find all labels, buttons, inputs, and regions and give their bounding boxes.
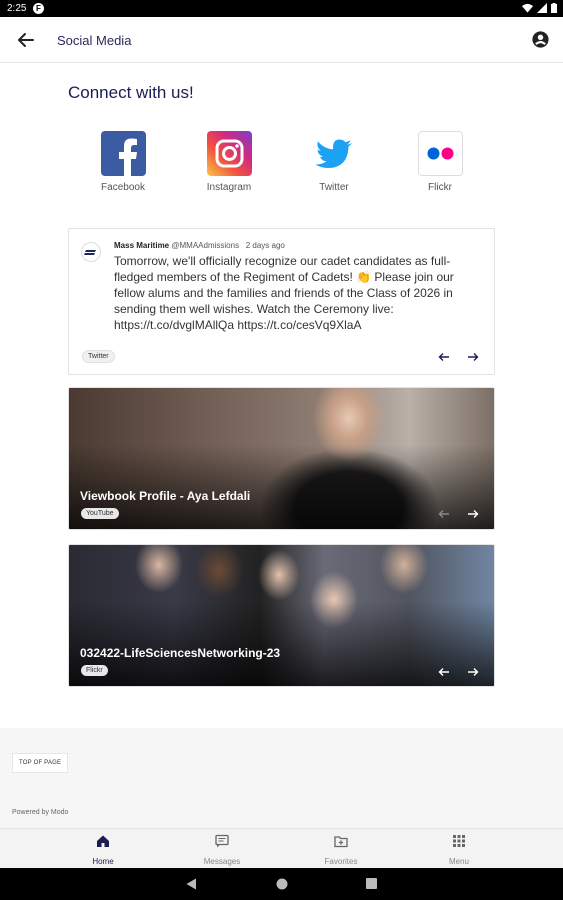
media-title: 032422-LifeSciencesNetworking-23 (80, 646, 281, 660)
flickr-media-card[interactable]: 032422-LifeSciencesNetworking-23 Flickr (68, 544, 495, 687)
twitter-icon (312, 131, 357, 176)
flickr-link[interactable]: Flickr (395, 131, 485, 193)
tab-label: Home (92, 857, 114, 866)
app-bar: Social Media (0, 17, 563, 63)
instagram-icon (206, 131, 252, 176)
tweet-card[interactable]: Mass Maritime @MMAAdmissions 2 days ago … (68, 228, 495, 375)
home-icon (97, 835, 109, 847)
next-arrow-icon[interactable] (467, 351, 479, 363)
previous-arrow-icon[interactable] (438, 351, 450, 363)
source-chip: Twitter (82, 350, 115, 363)
notification-icon: F (33, 3, 44, 14)
tab-favorites[interactable]: Favorites (291, 834, 391, 866)
page-footer: TOP OF PAGE Powered by Modo (0, 728, 563, 828)
youtube-media-card[interactable]: Viewbook Profile - Aya Lefdali YouTube (68, 387, 495, 530)
facebook-link[interactable]: Facebook (78, 131, 168, 193)
source-chip: YouTube (81, 508, 119, 519)
author-handle: @MMAAdmissions (171, 241, 240, 250)
avatar (81, 242, 101, 262)
nav-recents-icon[interactable] (366, 878, 377, 889)
system-nav-bar (0, 868, 563, 900)
bottom-tab-bar: Home Messages Favorites Menu (0, 828, 563, 868)
flickr-icon (417, 131, 463, 176)
facebook-label: Facebook (101, 182, 145, 193)
account-icon[interactable] (532, 31, 549, 48)
facebook-icon (100, 131, 146, 176)
previous-arrow-icon[interactable] (438, 508, 450, 520)
wifi-icon (522, 3, 533, 13)
flickr-label: Flickr (428, 182, 452, 193)
tweet-author: Mass Maritime @MMAAdmissions 2 days ago (114, 241, 285, 250)
tab-label: Favorites (324, 857, 358, 866)
nav-home-icon[interactable] (276, 878, 288, 890)
tweet-text: Tomorrow, we'll officially recognize our… (114, 254, 454, 332)
nav-back-icon[interactable] (186, 878, 197, 890)
tab-messages[interactable]: Messages (172, 834, 272, 866)
grid-menu-icon (453, 835, 465, 847)
next-arrow-icon[interactable] (467, 666, 479, 678)
next-arrow-icon[interactable] (467, 508, 479, 520)
media-title: Viewbook Profile - Aya Lefdali (80, 489, 251, 503)
status-bar: 2:25 F (0, 0, 563, 17)
signal-icon (537, 3, 547, 13)
status-time: 2:25 (7, 3, 27, 14)
powered-by-text: Powered by Modo (12, 809, 69, 816)
back-arrow-icon[interactable] (16, 30, 36, 50)
instagram-link[interactable]: Instagram (184, 131, 274, 193)
previous-arrow-icon[interactable] (438, 666, 450, 678)
tab-label: Menu (448, 857, 469, 866)
battery-icon (551, 3, 557, 13)
tab-label: Messages (203, 857, 241, 866)
page-title: Social Media (57, 33, 132, 48)
author-name: Mass Maritime (114, 241, 170, 250)
twitter-link[interactable]: Twitter (289, 131, 379, 193)
messages-icon (215, 834, 229, 848)
tab-menu[interactable]: Menu (409, 834, 509, 866)
instagram-label: Instagram (206, 182, 252, 193)
tab-home[interactable]: Home (53, 834, 153, 866)
favorites-icon (334, 836, 348, 848)
twitter-label: Twitter (319, 182, 349, 193)
top-of-page-button[interactable]: TOP OF PAGE (12, 753, 69, 773)
source-chip: Flickr (81, 665, 108, 676)
connect-heading: Connect with us! (68, 83, 194, 102)
tweet-time: 2 days ago (245, 241, 285, 250)
